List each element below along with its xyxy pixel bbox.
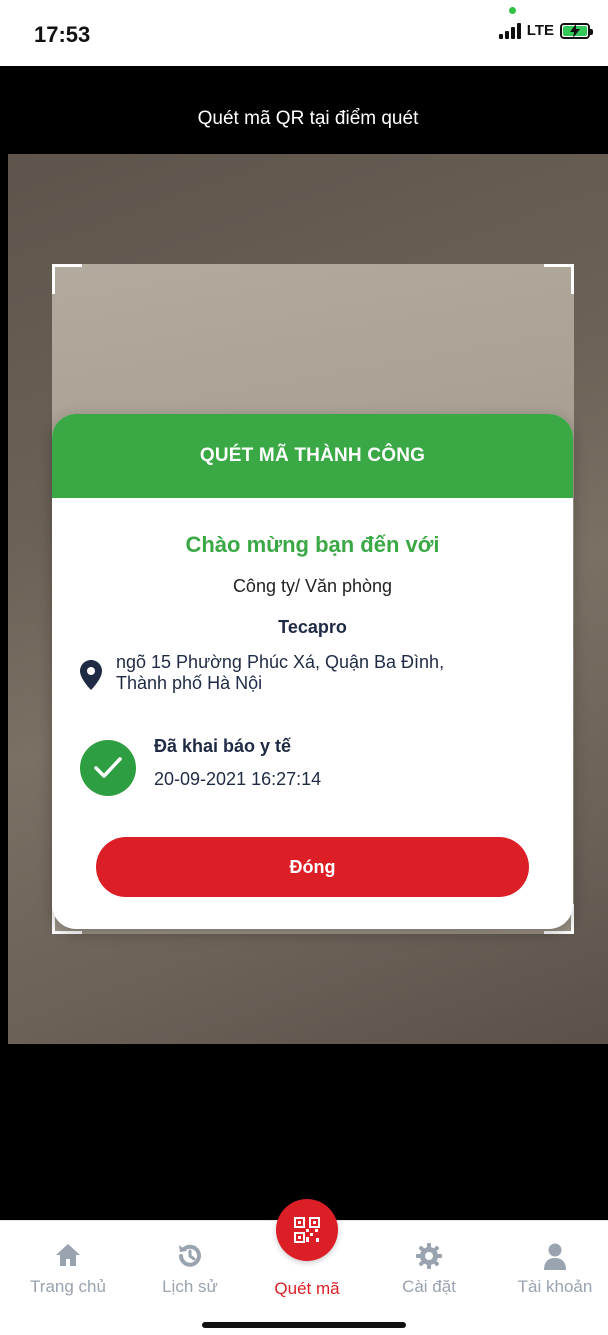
welcome-text: Chào mừng bạn đến với <box>185 532 440 557</box>
location-pin-icon <box>80 660 102 690</box>
battery-icon <box>560 22 593 39</box>
address-line: ngõ 15 Phường Phúc Xá, Quận Ba Đình, <box>116 652 445 672</box>
network-type: LTE <box>526 22 554 39</box>
home-icon <box>13 1243 123 1269</box>
nav-item-account[interactable]: Tài khoản <box>500 1221 608 1321</box>
scan-frame-corner <box>544 264 574 294</box>
status-time: 17:53 <box>34 22 91 47</box>
home-indicator[interactable] <box>202 1322 406 1328</box>
page-title: Quét mã QR tại điểm quét <box>197 108 419 129</box>
history-icon <box>135 1243 245 1269</box>
status-bar: 17:53 LTE <box>0 0 608 66</box>
organization-name: Tecapro <box>278 617 347 637</box>
privacy-indicator-dot <box>509 7 516 14</box>
dialog-title: QUÉT MÃ THÀNH CÔNG <box>199 445 426 466</box>
scan-fab-button[interactable] <box>276 1199 338 1261</box>
nav-label: Tài khoản <box>517 1277 593 1296</box>
bottom-navigation: Trang chủ Lịch sử Quét mã Cài đặt Tài kh… <box>0 1199 608 1335</box>
scan-frame-corner <box>52 264 82 294</box>
page-header: Quét mã QR tại điểm quét <box>8 66 608 154</box>
qr-code-icon <box>294 1217 320 1243</box>
health-declaration-status: Đã khai báo y tế 20-09-2021 16:27:14 <box>80 730 321 796</box>
close-button[interactable]: Đóng <box>96 837 529 897</box>
nav-label: Quét mã <box>274 1279 340 1298</box>
nav-item-scan[interactable]: Quét mã <box>252 1199 362 1321</box>
signal-icon <box>498 22 521 39</box>
organization-type: Công ty/ Văn phòng <box>232 576 393 596</box>
declaration-timestamp: 20-09-2021 16:27:14 <box>154 769 322 789</box>
nav-label: Trang chủ <box>30 1277 106 1296</box>
nav-item-history[interactable]: Lịch sử <box>135 1221 245 1321</box>
user-icon <box>500 1243 608 1270</box>
nav-item-home[interactable]: Trang chủ <box>13 1221 123 1321</box>
nav-label: Lịch sử <box>162 1277 218 1296</box>
address-line: Thành phố Hà Nội <box>116 673 263 693</box>
address-text: ngõ 15 Phường Phúc Xá, Quận Ba Đình, Thà… <box>116 652 444 694</box>
dialog-header: QUÉT MÃ THÀNH CÔNG <box>52 414 573 498</box>
check-circle-icon <box>80 740 136 796</box>
declaration-label: Đã khai báo y tế <box>154 736 292 756</box>
declaration-text: Đã khai báo y tế 20-09-2021 16:27:14 <box>154 736 321 790</box>
address-row: ngõ 15 Phường Phúc Xá, Quận Ba Đình, Thà… <box>80 652 550 694</box>
nav-item-settings[interactable]: Cài đặt <box>374 1221 484 1321</box>
status-indicators: LTE <box>498 22 593 39</box>
gear-icon <box>374 1243 484 1269</box>
nav-label: Cài đặt <box>402 1277 456 1296</box>
scan-success-dialog: QUÉT MÃ THÀNH CÔNG Chào mừng bạn đến với… <box>52 414 573 929</box>
